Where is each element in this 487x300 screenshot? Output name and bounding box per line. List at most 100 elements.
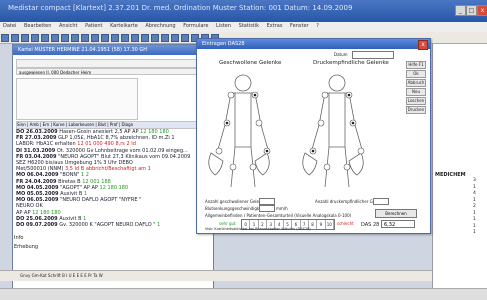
- berechnen-button[interactable]: Berechnen: [375, 209, 417, 218]
- swollen-count-field[interactable]: [259, 198, 275, 205]
- toolbar-icon[interactable]: [41, 34, 49, 42]
- toolbar-icon[interactable]: [31, 34, 39, 42]
- body-diagrams: [208, 74, 365, 188]
- record-date: MO: [16, 191, 26, 198]
- record-text: Biretas B: [58, 178, 81, 185]
- record-day: 25.06.2009: [26, 215, 58, 222]
- record-date: FR: [16, 178, 24, 185]
- menu-item[interactable]: Datei: [3, 23, 16, 29]
- record-value: 1: [157, 222, 161, 229]
- toolbar-icon[interactable]: [21, 34, 29, 42]
- datum-field[interactable]: [352, 51, 394, 59]
- close-icon[interactable]: x: [418, 40, 428, 50]
- joint-marker: [215, 147, 223, 155]
- dialog-title: Eintragen DAS28: [197, 39, 430, 49]
- toolbar-icon[interactable]: [131, 34, 139, 42]
- tender-count-field[interactable]: [373, 198, 389, 205]
- bottom-toolbar-label[interactable]: Gnvy Gm-Kat Schrift B I U E E E E Pr Ta …: [20, 273, 103, 278]
- menu-item[interactable]: ?: [316, 23, 319, 29]
- record-day: 09.07.2009: [26, 222, 58, 229]
- record-day: 05.05.2009: [26, 191, 59, 198]
- right-pane-value: 1: [473, 210, 476, 216]
- close-icon[interactable]: x: [477, 5, 487, 16]
- toolbar-icon[interactable]: [101, 34, 109, 42]
- new-button[interactable]: Neu: [406, 88, 426, 96]
- record-value: 12 180 180: [99, 184, 129, 191]
- ok-button[interactable]: Ok: [406, 70, 426, 78]
- joint-marker: [229, 163, 237, 171]
- record-line[interactable]: DO 09.07.2009 Gv. 320000 K "AGOPT NEURO …: [16, 222, 210, 228]
- menu-item[interactable]: Extras: [267, 23, 283, 29]
- record-day: 31.03.2009: [23, 147, 56, 154]
- tab-strip[interactable]: Sinn | Amb | Ern | Kurve | Laborkeusen |…: [16, 121, 212, 129]
- record-text: "AGOPT" AP AP: [60, 184, 98, 191]
- record-day: 26.03.2009: [26, 129, 58, 135]
- vas-cell[interactable]: 10: [326, 220, 334, 229]
- toolbar-icon[interactable]: [121, 34, 129, 42]
- joint-marker: [249, 163, 257, 171]
- record-value: 1: [83, 215, 87, 222]
- scale-right-label: schlecht: [337, 221, 354, 226]
- record-text: NEURO OK: [16, 203, 43, 210]
- record-date: FR: [16, 135, 24, 142]
- joint-marked: [311, 149, 315, 153]
- delete-button[interactable]: Loschen: [406, 97, 426, 105]
- help-button[interactable]: Hilfe F1: [406, 61, 426, 69]
- joint-marker: [357, 147, 365, 155]
- right-body-figure: [302, 74, 364, 188]
- toolbar-icon[interactable]: [1, 34, 9, 42]
- record-value: 12 180 180: [32, 209, 61, 216]
- record-day: 03.04.2009: [24, 153, 57, 160]
- record-date: MO: [16, 172, 26, 179]
- record-date: FR: [16, 153, 24, 160]
- toolbar-icon[interactable]: [11, 34, 19, 42]
- toolbar-icon[interactable]: [91, 34, 99, 42]
- toolbar-icon[interactable]: [161, 34, 169, 42]
- menu-item[interactable]: Abrechnung: [145, 23, 175, 29]
- record-day: 06.05.2009: [26, 197, 59, 204]
- toolbar-icon[interactable]: [51, 34, 59, 42]
- record-text: "NEURO DAFLO AGOPT "NYFRE ": [60, 197, 142, 204]
- record-day: 06.04.2009: [26, 172, 59, 179]
- record-text: "NEURO AGOPT" Blut 27,3 Klinikaus vom 09…: [58, 153, 191, 160]
- bsg-field[interactable]: [259, 205, 275, 212]
- info-panel: [16, 78, 138, 120]
- app-title: Medistar compact [Klartext] 2.37.201 Dr.…: [8, 4, 353, 12]
- scale-left-label: sehr gut: [219, 221, 236, 226]
- toolbar-icon[interactable]: [61, 34, 69, 42]
- insurance-field[interactable]: ausgewiesen II. 000 Dedacher Heim: [16, 68, 210, 75]
- dialog-footer: Visk: Krankheitsaktivitat bei Rheumatoid…: [205, 227, 311, 231]
- right-pane-value: 1: [473, 184, 476, 190]
- menu-item[interactable]: Karteikarte: [110, 23, 138, 29]
- medichem-label: MEDICHEM: [435, 172, 466, 178]
- record-date: DO: [16, 129, 25, 135]
- print-button[interactable]: Drucken: [406, 106, 426, 114]
- toolbar-icon[interactable]: [181, 34, 189, 42]
- menu-item[interactable]: Bearbeiten: [24, 23, 51, 29]
- datum-label: Datum: [334, 52, 348, 57]
- toolbar-icon[interactable]: [71, 34, 79, 42]
- menu-item[interactable]: Fenster: [290, 23, 309, 29]
- joint-marker: [255, 119, 263, 127]
- record-date: DO: [16, 215, 25, 222]
- vas-cell[interactable]: 9: [317, 220, 326, 229]
- menu-item[interactable]: Listen: [216, 23, 231, 29]
- status-bar: [0, 288, 487, 300]
- record-list: DO 26.03.2009 Hasen-Gosin anesiert 2,5 A…: [16, 129, 210, 261]
- menu-item[interactable]: Ansicht: [59, 23, 77, 29]
- toolbar-icon[interactable]: [81, 34, 89, 42]
- toolbar-icon[interactable]: [111, 34, 119, 42]
- maximize-icon[interactable]: □: [466, 5, 477, 16]
- toolbar-icon[interactable]: [141, 34, 149, 42]
- minimize-icon[interactable]: _: [455, 5, 466, 16]
- menu-item[interactable]: Statistik: [239, 23, 259, 29]
- toolbar-icon[interactable]: [171, 34, 179, 42]
- cancel-button[interactable]: Abbruch: [406, 79, 426, 87]
- right-pane-value: 2: [473, 204, 476, 209]
- toolbar-icon[interactable]: [151, 34, 159, 42]
- menu-item[interactable]: Formulare: [183, 23, 208, 29]
- record-text: GLP 1,05£, HbA1C 8,7% abzeichnen, ID m.Z…: [58, 135, 175, 142]
- bsg-unit: mm/h: [276, 206, 288, 211]
- record-text: Auxivit B: [59, 215, 82, 222]
- menu-item[interactable]: Patient: [85, 23, 102, 29]
